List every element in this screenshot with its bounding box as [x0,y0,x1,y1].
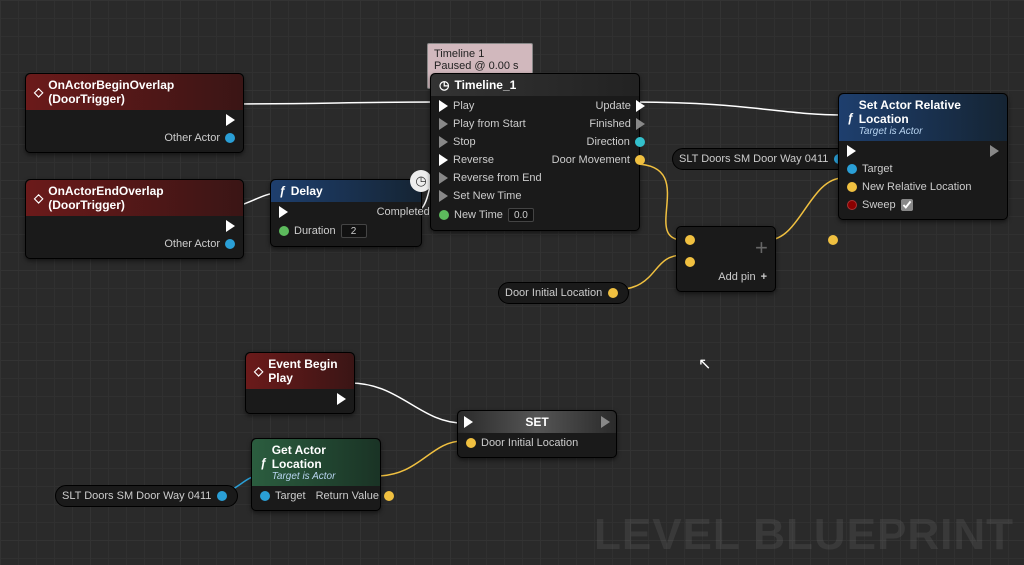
get-loc-subtitle: Target is Actor [272,471,372,482]
end-overlap-title: OnActorEndOverlap (DoorTrigger) [48,184,235,212]
set-loc-new-loc[interactable]: New Relative Location [847,181,971,193]
timeline-stop[interactable]: Stop [439,136,542,148]
add-out[interactable] [828,235,838,245]
node-set-relative-location[interactable]: ƒ Set Actor Relative Location Target is … [838,93,1008,220]
var-door-initial[interactable]: Door Initial Location [498,282,629,304]
timeline-icon: ◷ [439,78,449,92]
sweep-checkbox[interactable] [901,199,913,211]
tooltip-line1: Timeline 1 [434,48,484,60]
function-icon: ƒ [279,184,286,198]
begin-play-exec-out[interactable] [337,393,346,405]
node-vector-add[interactable]: + Add pin + [676,226,776,292]
add-pin-button[interactable]: Add pin + [685,271,767,283]
set-loc-exec-out[interactable] [990,145,999,157]
set-loc-title-wrap: Set Actor Relative Location Target is Ac… [859,98,999,137]
begin-overlap-header: ◇ OnActorBeginOverlap (DoorTrigger) [26,74,243,110]
event-icon: ◇ [34,191,43,205]
node-end-overlap[interactable]: ◇ OnActorEndOverlap (DoorTrigger) Other … [25,179,244,259]
var-slt-doors-2[interactable]: SLT Doors SM Door Way 0411 [55,485,238,507]
var-slt1-label: SLT Doors SM Door Way 0411 [679,153,828,165]
level-blueprint-watermark: LEVEL BLUEPRINT [594,510,1014,560]
var-door-init-out[interactable] [608,288,618,298]
timeline-reverse-end[interactable]: Reverse from End [439,172,542,184]
set-loc-header: ƒ Set Actor Relative Location Target is … [839,94,1007,141]
begin-overlap-other-actor[interactable]: Other Actor [164,132,235,144]
get-loc-return[interactable]: Return Value [316,490,394,502]
set-header: SET [458,411,616,433]
function-icon: ƒ [847,111,854,125]
end-overlap-other-actor[interactable]: Other Actor [164,238,235,250]
set-loc-subtitle: Target is Actor [859,126,999,137]
delay-header: ƒ Delay [271,180,421,202]
set-loc-sweep[interactable]: Sweep [847,199,971,211]
get-loc-title: Get Actor Location [272,443,326,471]
event-icon: ◇ [254,364,263,378]
node-get-location[interactable]: ƒ Get Actor Location Target is Actor Tar… [251,438,381,511]
get-loc-title-wrap: Get Actor Location Target is Actor [272,443,372,482]
begin-play-header: ◇ Event Begin Play [246,353,354,389]
timeline-set-time[interactable]: Set New Time [439,190,542,202]
event-icon: ◇ [34,85,43,99]
set-loc-exec-in[interactable] [847,145,971,157]
timeline-finished[interactable]: Finished [552,118,645,130]
var-slt2-label: SLT Doors SM Door Way 0411 [62,490,211,502]
set-exec-in[interactable] [464,416,473,428]
delay-exec-in[interactable] [279,206,367,218]
get-loc-target[interactable]: Target [260,490,306,502]
timeline-play-start[interactable]: Play from Start [439,118,542,130]
timeline-direction[interactable]: Direction [552,136,645,148]
timeline-play[interactable]: Play [439,100,542,112]
timeline-door-movement[interactable]: Door Movement [552,154,645,166]
timeline-header: ◷ Timeline_1 [431,74,639,96]
function-icon: ƒ [260,456,267,470]
set-exec-out[interactable] [601,416,610,428]
set-loc-title: Set Actor Relative Location [859,98,961,126]
get-loc-header: ƒ Get Actor Location Target is Actor [252,439,380,486]
begin-overlap-exec-out[interactable] [164,114,235,126]
plus-icon: + [755,235,768,267]
delay-duration-value[interactable] [341,224,367,238]
node-set-variable[interactable]: SET Door Initial Location [457,410,617,458]
delay-duration[interactable]: Duration [279,224,367,238]
var-slt-doors-1[interactable]: SLT Doors SM Door Way 0411 [672,148,855,170]
end-overlap-header: ◇ OnActorEndOverlap (DoorTrigger) [26,180,243,216]
begin-play-title: Event Begin Play [268,357,346,385]
node-delay[interactable]: ƒ Delay Duration Completed [270,179,422,247]
timeline-reverse[interactable]: Reverse [439,154,542,166]
set-door-init[interactable]: Door Initial Location [466,437,578,449]
begin-overlap-title: OnActorBeginOverlap (DoorTrigger) [48,78,235,106]
mouse-cursor-icon: ↖ [698,354,711,374]
node-begin-play[interactable]: ◇ Event Begin Play [245,352,355,414]
node-begin-overlap[interactable]: ◇ OnActorBeginOverlap (DoorTrigger) Othe… [25,73,244,153]
timeline-update[interactable]: Update [552,100,645,112]
var-door-init-label: Door Initial Location [505,287,602,299]
delay-title: Delay [291,184,323,198]
timeline-new-time-value[interactable] [508,208,534,222]
set-title: SET [525,415,548,429]
end-overlap-exec-out[interactable] [164,220,235,232]
set-loc-target[interactable]: Target [847,163,971,175]
timeline-new-time[interactable]: New Time [439,208,542,222]
latent-clock-icon: ◷ [410,170,432,192]
node-timeline[interactable]: ◷ Timeline_1 Play Play from Start Stop R… [430,73,640,231]
timeline-title: Timeline_1 [454,78,516,92]
var-slt2-out[interactable] [217,491,227,501]
add-in-a[interactable] [685,235,695,245]
add-in-b[interactable] [685,257,695,267]
